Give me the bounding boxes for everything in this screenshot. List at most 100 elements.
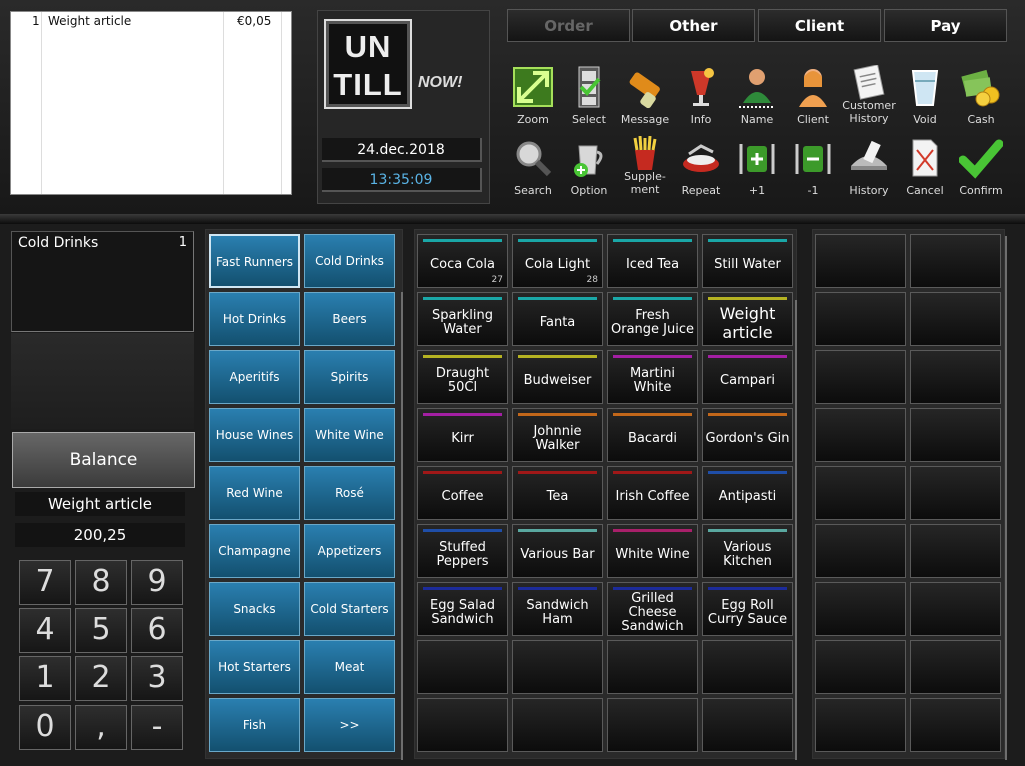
info-button[interactable]: Info [673, 65, 729, 133]
category-button[interactable]: Beers [304, 292, 395, 346]
extra-empty-slot[interactable] [910, 350, 1001, 404]
cash-button[interactable]: Cash [953, 65, 1009, 133]
extra-empty-slot[interactable] [910, 582, 1001, 636]
extra-empty-slot[interactable] [910, 640, 1001, 694]
category-button[interactable]: Meat [304, 640, 395, 694]
article-button[interactable]: Draught 50Cl [417, 350, 508, 404]
category-button[interactable]: >> [304, 698, 395, 752]
article-empty-slot[interactable] [702, 698, 793, 752]
category-button[interactable]: Cold Starters [304, 582, 395, 636]
category-button[interactable]: Snacks [209, 582, 300, 636]
numpad-key-minus[interactable]: - [131, 705, 183, 750]
repeat-button[interactable]: Repeat [673, 136, 729, 204]
article-empty-slot[interactable] [702, 640, 793, 694]
extra-empty-slot[interactable] [815, 350, 906, 404]
article-button[interactable]: Budweiser [512, 350, 603, 404]
plus-one-button[interactable]: +1 [729, 136, 785, 204]
tab-other[interactable]: Other [632, 9, 755, 42]
article-button[interactable]: Cola Light 28 [512, 234, 603, 288]
article-button[interactable]: Bacardi [607, 408, 698, 462]
category-button[interactable]: Appetizers [304, 524, 395, 578]
article-button[interactable]: Fresh Orange Juice [607, 292, 698, 346]
extra-empty-slot[interactable] [910, 234, 1001, 288]
tab-pay[interactable]: Pay [884, 9, 1007, 42]
numpad-key-three[interactable]: 3 [131, 656, 183, 701]
article-button[interactable]: Still Water [702, 234, 793, 288]
article-button[interactable]: Kirr [417, 408, 508, 462]
extra-empty-slot[interactable] [910, 408, 1001, 462]
article-button[interactable]: Coffee [417, 466, 508, 520]
article-empty-slot[interactable] [417, 698, 508, 752]
supplement-button[interactable]: Supple-ment [617, 136, 673, 204]
tab-order[interactable]: Order [507, 9, 630, 42]
extra-empty-slot[interactable] [815, 524, 906, 578]
category-button[interactable]: Hot Starters [209, 640, 300, 694]
extra-empty-slot[interactable] [910, 698, 1001, 752]
receipt-list[interactable]: 1 Weight article €0,05 [10, 11, 292, 195]
numpad-key-eight[interactable]: 8 [75, 560, 127, 605]
category-button[interactable]: Rosé [304, 466, 395, 520]
article-button[interactable]: Johnnie Walker [512, 408, 603, 462]
article-button[interactable]: Coca Cola 27 [417, 234, 508, 288]
article-empty-slot[interactable] [417, 640, 508, 694]
category-button[interactable]: Fish [209, 698, 300, 752]
category-button[interactable]: Cold Drinks [304, 234, 395, 288]
numpad-key-one[interactable]: 1 [19, 656, 71, 701]
numpad-key-nine[interactable]: 9 [131, 560, 183, 605]
article-button[interactable]: Weight article [702, 292, 793, 346]
numpad-key-five[interactable]: 5 [75, 608, 127, 653]
article-button[interactable]: Sandwich Ham [512, 582, 603, 636]
article-button[interactable]: Gordon's Gin [702, 408, 793, 462]
article-button[interactable]: Stuffed Peppers [417, 524, 508, 578]
article-button[interactable]: Martini White [607, 350, 698, 404]
article-button[interactable]: Iced Tea [607, 234, 698, 288]
extra-scrollbar[interactable] [1005, 236, 1007, 760]
category-button[interactable]: Champagne [209, 524, 300, 578]
balance-button[interactable]: Balance [12, 432, 195, 488]
category-button[interactable]: Red Wine [209, 466, 300, 520]
cancel-button[interactable]: Cancel [897, 136, 953, 204]
numpad-key-six[interactable]: 6 [131, 608, 183, 653]
extra-empty-slot[interactable] [910, 292, 1001, 346]
category-scrollbar[interactable] [401, 292, 403, 760]
select-button[interactable]: Select [561, 65, 617, 133]
article-empty-slot[interactable] [512, 698, 603, 752]
name-button[interactable]: Name [729, 65, 785, 133]
article-button[interactable]: Campari [702, 350, 793, 404]
article-button[interactable]: Egg Salad Sandwich [417, 582, 508, 636]
article-button[interactable]: Fanta [512, 292, 603, 346]
article-button[interactable]: Tea [512, 466, 603, 520]
extra-empty-slot[interactable] [815, 292, 906, 346]
article-button[interactable]: Sparkling Water [417, 292, 508, 346]
extra-empty-slot[interactable] [815, 698, 906, 752]
category-button[interactable]: Aperitifs [209, 350, 300, 404]
numpad-key-zero[interactable]: 0 [19, 705, 71, 750]
numpad-key-seven[interactable]: 7 [19, 560, 71, 605]
category-button[interactable]: House Wines [209, 408, 300, 462]
customer-history-button[interactable]: Customer History [841, 65, 897, 133]
article-button[interactable]: Various Kitchen [702, 524, 793, 578]
message-button[interactable]: Message [617, 65, 673, 133]
extra-empty-slot[interactable] [815, 408, 906, 462]
void-button[interactable]: Void [897, 65, 953, 133]
article-empty-slot[interactable] [607, 698, 698, 752]
category-button[interactable]: White Wine [304, 408, 395, 462]
article-button[interactable]: Grilled Cheese Sandwich [607, 582, 698, 636]
tab-client[interactable]: Client [758, 9, 881, 42]
extra-empty-slot[interactable] [815, 640, 906, 694]
history-button[interactable]: History [841, 136, 897, 204]
client-button[interactable]: Client [785, 65, 841, 133]
article-scrollbar[interactable] [795, 300, 797, 760]
category-button[interactable]: Spirits [304, 350, 395, 404]
order-list[interactable]: Cold Drinks 1 [11, 231, 194, 332]
article-button[interactable]: Egg Roll Curry Sauce [702, 582, 793, 636]
extra-empty-slot[interactable] [815, 466, 906, 520]
extra-empty-slot[interactable] [815, 234, 906, 288]
article-button[interactable]: Various Bar [512, 524, 603, 578]
extra-empty-slot[interactable] [910, 524, 1001, 578]
search-button[interactable]: Search [505, 136, 561, 204]
category-button[interactable]: Hot Drinks [209, 292, 300, 346]
option-button[interactable]: Option [561, 136, 617, 204]
confirm-button[interactable]: Confirm [953, 136, 1009, 204]
article-button[interactable]: Irish Coffee [607, 466, 698, 520]
